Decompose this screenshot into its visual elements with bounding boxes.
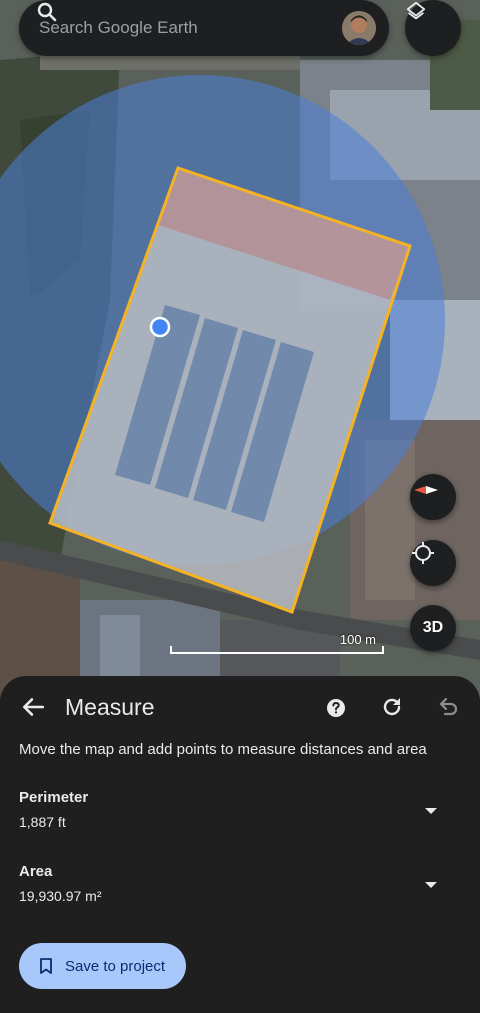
scale-bar [170, 646, 384, 654]
measure-sheet: Measure Move the map and add points to m… [0, 676, 480, 1013]
layers-icon [406, 1, 426, 20]
crosshair-icon [412, 542, 434, 564]
save-to-project-button[interactable]: Save to project [19, 943, 186, 989]
map-imagery [0, 0, 480, 700]
search-icon [37, 2, 57, 22]
area-dropdown-icon[interactable] [423, 877, 439, 893]
map-scale: 100 m [170, 632, 384, 654]
avatar[interactable] [342, 11, 376, 45]
area-row[interactable]: Area 19,930.97 m² [19, 863, 459, 904]
area-label: Area [19, 863, 53, 880]
perimeter-label: Perimeter [19, 789, 89, 806]
page-title: Measure [65, 694, 155, 720]
satellite-map[interactable]: Search Google Earth 3D 100 m [0, 0, 480, 700]
location-dot [149, 316, 171, 338]
bookmark-icon [40, 958, 52, 974]
user-photo [342, 11, 376, 45]
help-icon[interactable] [326, 698, 346, 718]
sheet-header: Measure [0, 676, 480, 740]
save-button-label: Save to project [65, 957, 166, 975]
area-value: 19,930.97 m² [19, 888, 102, 904]
layers-button[interactable] [405, 0, 461, 56]
undo-icon[interactable] [436, 695, 460, 719]
3d-toggle-button[interactable]: 3D [410, 605, 456, 651]
search-bar[interactable]: Search Google Earth [19, 0, 389, 56]
measure-instructions: Move the map and add points to measure d… [19, 741, 427, 758]
scale-label: 100 m [339, 632, 376, 647]
back-arrow-icon[interactable] [20, 694, 46, 720]
perimeter-dropdown-icon[interactable] [423, 803, 439, 819]
perimeter-row[interactable]: Perimeter 1,887 ft [19, 789, 459, 830]
compass-icon [414, 486, 438, 494]
search-input[interactable]: Search Google Earth [39, 18, 342, 38]
perimeter-value: 1,887 ft [19, 814, 66, 830]
my-location-button[interactable] [410, 540, 456, 586]
compass-button[interactable] [410, 474, 456, 520]
refresh-icon[interactable] [380, 695, 404, 719]
